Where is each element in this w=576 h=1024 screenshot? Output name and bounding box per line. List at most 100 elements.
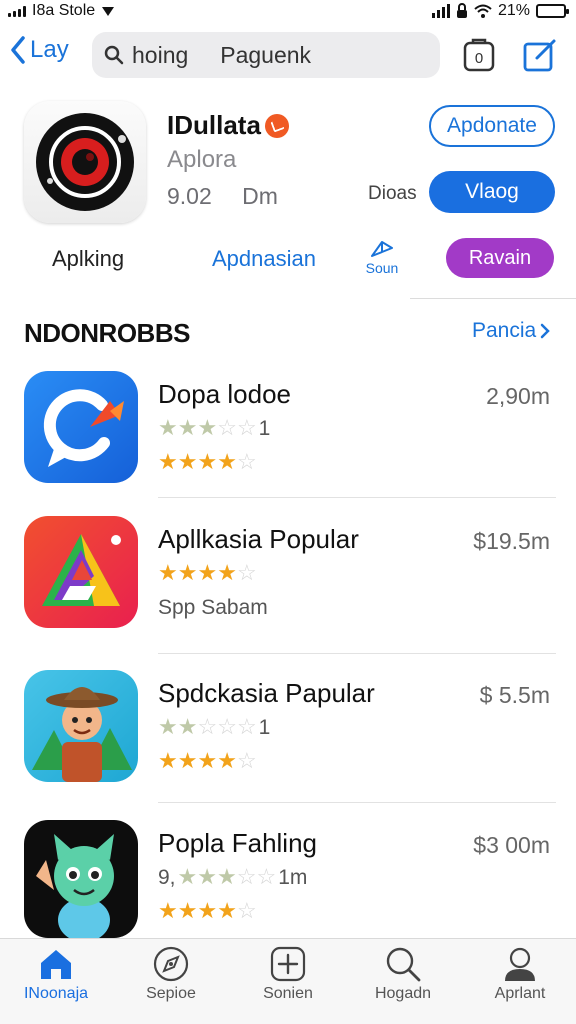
tab-search[interactable]: Hogadn [355, 945, 451, 1003]
star-filled-icon: ★ [197, 748, 218, 773]
star-filled-icon: ★ [177, 748, 198, 773]
item-subtitle: Spp Sabam [158, 596, 268, 619]
home-indicator [0, 1018, 576, 1024]
blue-chat-icon [24, 371, 138, 483]
share-icon [371, 241, 393, 257]
plus-square-icon [270, 946, 306, 982]
tab-label: Sepioe [146, 985, 196, 1002]
tab-label: Sonien [263, 985, 313, 1002]
home-icon [41, 950, 71, 979]
star-filled-icon: ★ [197, 898, 218, 923]
star-empty-icon: ☆ [236, 864, 257, 889]
star-empty-icon: ☆ [236, 748, 257, 773]
item-rating-row-2: ★★★★☆ [158, 451, 257, 475]
star-empty-icon: ☆ [236, 560, 257, 585]
search-icon [386, 947, 421, 982]
list-item[interactable]: Spdckasia Papular $ 5.5m ★★☆☆☆ 1 ★★★★☆ [0, 670, 576, 803]
carrier-label: I8a Stole [32, 2, 96, 19]
star-filled-icon: ★ [197, 864, 217, 889]
app-rating: 9.02 [167, 183, 212, 209]
item-rating-row: ★★★★☆ [158, 562, 257, 586]
star-empty-icon: ☆ [236, 898, 257, 923]
see-all-label: Pancia [472, 319, 537, 342]
list-item[interactable]: Dopa lodoe 2,90m ★★★☆☆ 1 ★★★★☆ [0, 371, 576, 501]
star-empty-icon: ☆ [217, 714, 237, 739]
tab-create[interactable]: Sonien [240, 945, 336, 1003]
star-filled-icon: ★ [217, 449, 237, 474]
star-rating: ★★★☆☆ [178, 866, 277, 890]
cellular-icon [431, 4, 450, 18]
star-filled-icon: ★ [158, 898, 178, 923]
person-icon [505, 947, 535, 981]
star-filled-icon: ★ [197, 449, 218, 474]
item-rating-prefix: 9, [158, 866, 176, 889]
cat-character-icon [24, 820, 138, 938]
status-bar: I8a Stole 21% [0, 0, 576, 22]
compose-button[interactable] [523, 38, 557, 77]
star-filled-icon: ★ [158, 415, 178, 440]
camera-lens-icon [36, 113, 134, 211]
item-name: Spdckasia Papular [158, 678, 375, 708]
star-filled-icon: ★ [217, 560, 237, 585]
star-filled-icon: ★ [158, 560, 178, 585]
item-price: $19.5m [473, 528, 550, 554]
see-all-link[interactable]: Pancia [472, 319, 550, 343]
search-input[interactable] [132, 41, 432, 69]
app-title: IDullata [167, 110, 289, 141]
developer-label: Aplking [52, 246, 125, 271]
item-price: $ 5.5m [479, 682, 550, 708]
item-rating-suffix: 1m [278, 866, 308, 889]
item-price: 2,90m [486, 383, 550, 409]
star-rating: ★★★★☆ [158, 750, 257, 774]
star-filled-icon: ★ [177, 560, 198, 585]
list-item[interactable]: Popla Fahling $3 00m 9, ★★★☆☆ 1m ★★★★☆ [0, 820, 576, 950]
item-rating-row-2: ★★★★☆ [158, 900, 257, 924]
header-divider [410, 298, 576, 299]
purple-action-button[interactable]: Ravain [446, 238, 554, 278]
item-divider [158, 802, 556, 803]
app-meta: 9.02 Dm [167, 183, 302, 210]
get-button[interactable]: Vlaog [429, 171, 555, 213]
app-title-text: IDullata [167, 110, 261, 140]
badge-count: 0 [475, 50, 483, 67]
star-empty-icon: ☆ [236, 415, 257, 440]
star-filled-icon: ★ [177, 864, 198, 889]
star-rating: ★★★★☆ [158, 900, 257, 924]
wifi-icon [474, 4, 492, 18]
item-rating-row-2: ★★★★☆ [158, 750, 257, 774]
back-label: Lay [30, 36, 69, 63]
download-label: Dioas [368, 183, 417, 204]
tab-explore[interactable]: Sepioe [123, 945, 219, 1003]
item-divider [158, 497, 556, 498]
outline-action-button[interactable]: Apdonate [429, 105, 555, 147]
tab-account[interactable]: Aprlant [472, 945, 568, 1003]
star-filled-icon: ★ [177, 449, 198, 474]
star-filled-icon: ★ [216, 864, 237, 889]
compass-icon [153, 946, 189, 982]
star-empty-icon: ☆ [256, 864, 277, 889]
lock-rotation-icon [456, 3, 467, 18]
item-rating-row: ★★☆☆☆ 1 [158, 716, 270, 740]
item-rating-row: 9, ★★★☆☆ 1m [158, 866, 307, 890]
tab-home[interactable]: INoonaja [8, 945, 104, 1003]
back-button[interactable]: Lay [10, 36, 69, 64]
search-bar[interactable] [92, 32, 440, 78]
tab-label: Aprlant [494, 985, 546, 1002]
nav-bar: Lay 0 [0, 28, 576, 84]
list-item[interactable]: Apllkasia Popular $19.5m ★★★★☆ Spp Sabam [0, 516, 576, 654]
item-divider [158, 653, 556, 654]
badge-box-icon: 0 [463, 38, 495, 72]
download-queue-button[interactable]: 0 [463, 38, 495, 77]
star-filled-icon: ★ [217, 748, 237, 773]
item-name: Popla Fahling [158, 828, 317, 858]
battery-percent: 21% [497, 2, 530, 19]
category-link[interactable]: Apdnasian [212, 246, 316, 272]
app-icon[interactable] [24, 101, 146, 223]
star-filled-icon: ★ [158, 714, 178, 739]
share-button[interactable]: Soun [362, 238, 402, 276]
app-subtitle: Aplora [167, 146, 237, 173]
item-rating-count: 1 [258, 716, 271, 739]
verified-badge-icon [264, 113, 289, 138]
item-name: Apllkasia Popular [158, 524, 359, 554]
app-size: Dm [242, 183, 278, 209]
